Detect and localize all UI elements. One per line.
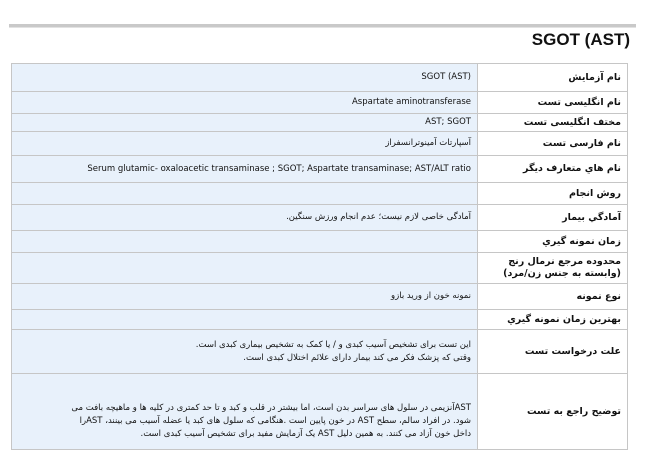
text-line: ASTآنزیمی در سلول های سراسر بدن است، اما…	[71, 403, 471, 413]
row-value	[11, 230, 478, 253]
text-line: این تست برای تشخیص آسیب کبدی و / یا کمک …	[195, 339, 471, 350]
row-value	[11, 252, 478, 284]
row-label: علت درخواست تست	[477, 329, 628, 374]
table-row: نام آزمایش SGOT (AST)	[11, 63, 628, 92]
text-line: وقتی که پزشک فکر می کند بیمار دارای علائ…	[243, 352, 471, 363]
row-label: توضیح راجع به تست	[477, 373, 628, 450]
table-row: نام فارسی تست آسپارتات آمینوترانسفراز	[11, 131, 628, 156]
row-label: مختف انگلیسی تست	[477, 113, 628, 132]
row-value: ASTآنزیمی در سلول های سراسر بدن است، اما…	[11, 373, 478, 450]
table-row: توضیح راجع به تست ASTآنزیمی در سلول های …	[11, 373, 628, 450]
row-label: بهترين زمان نمونه گيري	[477, 309, 628, 330]
row-value: نمونه خون از ورید بازو	[11, 283, 478, 310]
table-row: مختف انگلیسی تست AST; SGOT	[11, 113, 628, 132]
table-row: بهترين زمان نمونه گيري	[11, 309, 628, 330]
row-value: AST; SGOT	[11, 113, 478, 132]
table-row: علت درخواست تست این تست برای تشخیص آسیب …	[11, 329, 628, 374]
row-value: آمادگی خاصی لازم نیست؛ عدم انجام ورزش سن…	[11, 204, 478, 231]
row-label: نام آزمایش	[477, 63, 628, 92]
row-label: نام انگلیسی تست	[477, 91, 628, 114]
row-value: آسپارتات آمینوترانسفراز	[11, 131, 478, 156]
page-title: SGOT (AST)	[531, 30, 630, 49]
row-label: نام هاي متعارف ديگر	[477, 155, 628, 183]
text-line: شود. در افراد سالم، سطح AST در خون پایین…	[79, 416, 471, 426]
table-row: روش انجام	[11, 182, 628, 205]
row-value: Aspartate aminotransferase	[11, 91, 478, 114]
row-label: آمادگي بيمار	[477, 204, 628, 231]
table-row: محدوده مرجع نرمال رنج (وابسته به جنس زن/…	[11, 252, 628, 284]
row-value	[11, 309, 478, 330]
test-info-table: نام آزمایش SGOT (AST) نام انگلیسی تست As…	[11, 63, 628, 450]
table-row: نام هاي متعارف ديگر Serum glutamic- oxal…	[11, 155, 628, 183]
row-value: SGOT (AST)	[11, 63, 478, 92]
row-label: نوع نمونه	[477, 283, 628, 310]
row-label: روش انجام	[477, 182, 628, 205]
row-value: Serum glutamic- oxaloacetic transaminase…	[11, 155, 478, 183]
table-row: زمان نمونه گيري	[11, 230, 628, 253]
table-row: آمادگي بيمار آمادگی خاصی لازم نیست؛ عدم …	[11, 204, 628, 231]
row-label: محدوده مرجع نرمال رنج (وابسته به جنس زن/…	[477, 252, 628, 284]
row-label: زمان نمونه گيري	[477, 230, 628, 253]
row-value: این تست برای تشخیص آسیب کبدی و / یا کمک …	[11, 329, 478, 374]
table-row: نوع نمونه نمونه خون از ورید بازو	[11, 283, 628, 310]
table-row: نام انگلیسی تست Aspartate aminotransfera…	[11, 91, 628, 114]
row-label: نام فارسی تست	[477, 131, 628, 156]
row-value	[11, 182, 478, 205]
text-line: داخل خون آزاد می کنند. به همین دلیل AST …	[140, 429, 472, 439]
top-divider	[9, 24, 636, 28]
